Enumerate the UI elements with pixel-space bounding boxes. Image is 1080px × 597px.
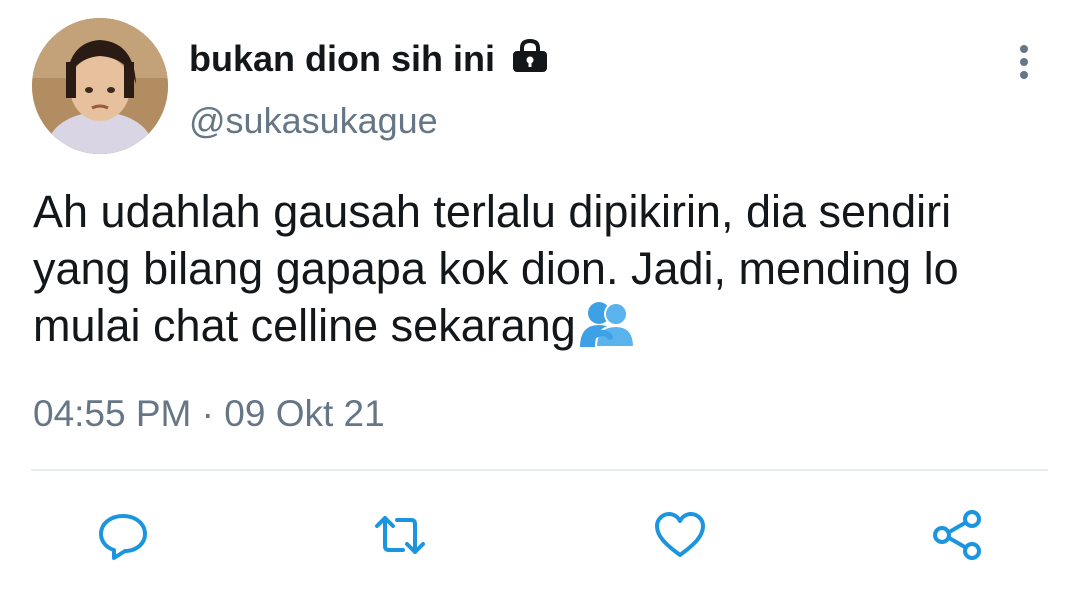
tweet-time: 04:55 PM (33, 393, 192, 434)
more-options-button[interactable] (1010, 42, 1038, 82)
avatar-image (32, 18, 168, 154)
reply-icon (99, 514, 147, 560)
people-hugging-emoji (578, 299, 636, 360)
tweet-text: Ah udahlah gausah terlalu dipikirin, dia… (33, 183, 1043, 360)
retweet-icon (375, 516, 425, 554)
like-button[interactable] (653, 508, 707, 562)
avatar[interactable] (32, 18, 168, 154)
user-handle[interactable]: @sukasukague (189, 100, 438, 142)
display-name-text: bukan dion sih ini (189, 38, 495, 79)
meta-separator: · (201, 393, 214, 434)
retweet-button[interactable] (373, 508, 427, 562)
display-name[interactable]: bukan dion sih ini (189, 38, 549, 82)
tweet-date: 09 Okt 21 (224, 393, 385, 434)
reply-button[interactable] (96, 508, 150, 562)
more-vertical-icon (1020, 45, 1028, 79)
share-button[interactable] (930, 508, 984, 562)
tweet-timestamp[interactable]: 04:55 PM · 09 Okt 21 (33, 393, 385, 435)
heart-icon (655, 512, 705, 557)
share-icon (933, 510, 981, 560)
divider (31, 469, 1048, 471)
tweet-text-content: Ah udahlah gausah terlalu dipikirin, dia… (33, 186, 959, 351)
lock-icon (511, 38, 549, 82)
